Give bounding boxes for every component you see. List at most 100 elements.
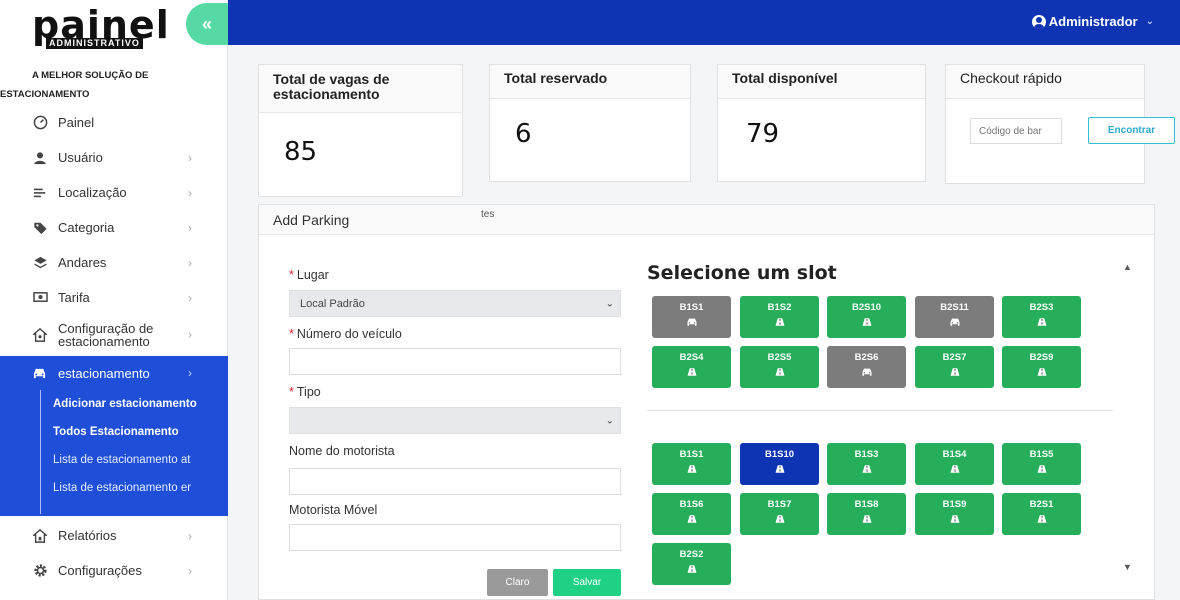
logo-sub: ADMINISTRATIVO: [46, 38, 143, 49]
road-icon: [740, 317, 819, 327]
stat-card-title: Total disponível: [718, 65, 925, 99]
parking-slot-b1s3[interactable]: B1S3: [827, 443, 906, 485]
user-menu[interactable]: Administrador ⌄: [1031, 14, 1154, 29]
stat-card-value: 85: [284, 137, 318, 167]
tagline: A MELHOR SOLUÇÃO DE ESTACIONAMENTO: [0, 66, 180, 104]
parking-slot-b1s9[interactable]: B1S9: [915, 493, 994, 535]
parking-slot-b2s5[interactable]: B2S5: [740, 346, 819, 388]
road-icon: [652, 564, 731, 574]
sidebar-item-label: Relatórios: [58, 528, 117, 543]
place-select-value: Local Padrão: [300, 297, 365, 310]
stat-card-title: Total reservado: [490, 65, 690, 99]
chevron-right-icon: ›: [188, 327, 192, 341]
parking-slot-b2s3[interactable]: B2S3: [1002, 296, 1081, 338]
road-icon: [652, 464, 731, 474]
scroll-up-arrow-icon[interactable]: ▲: [1123, 262, 1132, 272]
slot-scrollbar[interactable]: ▲ ▼: [1120, 262, 1134, 572]
tagline-line2: ESTACIONAMENTO: [0, 89, 90, 100]
sidebar-item-label: Usuário: [58, 150, 103, 165]
sidebar-item-localizacao[interactable]: Localização ›: [0, 175, 228, 210]
sidebar-active-head[interactable]: estacionamento ›: [0, 356, 228, 390]
slot-code: B2S3: [1029, 302, 1054, 313]
parking-slot-b2s9[interactable]: B2S9: [1002, 346, 1081, 388]
submenu-item-lista-encerrado[interactable]: Lista de estacionamento er: [41, 474, 200, 502]
parking-slot-b2s2[interactable]: B2S2: [652, 543, 731, 585]
car-icon: [915, 317, 994, 327]
place-label: * Lugar: [289, 268, 329, 282]
submenu-item-lista-ativo[interactable]: Lista de estacionamento at: [41, 446, 200, 474]
chevron-right-icon: ›: [188, 563, 192, 578]
layers-icon: [32, 255, 48, 271]
road-icon: [1002, 317, 1081, 327]
chevron-right-icon: ›: [188, 290, 192, 305]
car-icon: [652, 317, 731, 327]
slot-code: B1S3: [854, 449, 879, 460]
sidebar-item-tarifa[interactable]: Tarifa ›: [0, 280, 228, 315]
checkout-title: Checkout rápido: [946, 65, 1144, 99]
road-icon: [1002, 514, 1081, 524]
slot-code: B1S4: [942, 449, 967, 460]
barcode-input[interactable]: [970, 118, 1062, 144]
gear-icon: [32, 563, 48, 579]
vehicle-number-input[interactable]: [289, 348, 621, 375]
parking-slot-b1s1[interactable]: B1S1: [652, 296, 731, 338]
sidebar-item-categoria[interactable]: Categoria ›: [0, 210, 228, 245]
road-icon: [1002, 464, 1081, 474]
slot-code: B1S5: [1029, 449, 1054, 460]
sidebar-item-label: Tarifa: [58, 290, 90, 305]
sidebar-collapse-button[interactable]: «: [186, 3, 228, 45]
top-header: Administrador ⌄: [228, 0, 1180, 45]
slot-code: B2S11: [940, 302, 969, 313]
slot-code: B2S9: [1029, 352, 1054, 363]
slot-code: B2S1: [1029, 499, 1054, 510]
sidebar-item-relatorios[interactable]: Relatórios ›: [0, 518, 228, 553]
dashboard-icon: [32, 115, 48, 131]
parking-slot-b2s4[interactable]: B2S4: [652, 346, 731, 388]
road-icon: [652, 367, 731, 377]
parking-slot-b1s4[interactable]: B1S4: [915, 443, 994, 485]
sidebar-item-label: Andares: [58, 255, 107, 270]
parking-slot-b2s11[interactable]: B2S11: [915, 296, 994, 338]
parking-slot-b1s5[interactable]: B1S5: [1002, 443, 1081, 485]
find-button[interactable]: Encontrar: [1088, 117, 1175, 144]
parking-slot-b1s10[interactable]: B1S10: [740, 443, 819, 485]
slot-code: B2S5: [767, 352, 792, 363]
clear-button[interactable]: Claro: [487, 569, 548, 596]
sidebar-item-configuracao-estacionamento[interactable]: Configuração de estacionamento ›: [0, 317, 228, 352]
parking-slot-b1s7[interactable]: B1S7: [740, 493, 819, 535]
driver-mobile-input[interactable]: [289, 524, 621, 551]
home-gear-icon: [32, 327, 48, 343]
sidebar-item-painel[interactable]: Painel: [0, 105, 228, 140]
submenu-item-adicionar[interactable]: Adicionar estacionamento: [41, 390, 200, 418]
sidebar-item-estacionamento: estacionamento › Adicionar estacionament…: [0, 356, 228, 516]
parking-slot-b1s8[interactable]: B1S8: [827, 493, 906, 535]
submenu-item-todos[interactable]: Todos Estacionamento: [41, 418, 200, 446]
sidebar-submenu: Adicionar estacionamento Todos Estaciona…: [40, 390, 200, 514]
parking-slot-b2s6[interactable]: B2S6: [827, 346, 906, 388]
sidebar-item-usuario[interactable]: Usuário ›: [0, 140, 228, 175]
save-button[interactable]: Salvar: [553, 569, 621, 596]
parking-slot-b2s7[interactable]: B2S7: [915, 346, 994, 388]
home-chart-icon: [32, 528, 48, 544]
scroll-down-arrow-icon[interactable]: ▼: [1123, 562, 1132, 572]
parking-slot-b1s6[interactable]: B1S6: [652, 493, 731, 535]
chevron-right-icon: ›: [188, 220, 192, 235]
money-icon: [32, 290, 48, 306]
parking-slot-b1s2[interactable]: B1S2: [740, 296, 819, 338]
sidebar-item-andares[interactable]: Andares ›: [0, 245, 228, 280]
slot-code: B1S10: [764, 449, 795, 460]
parking-slot-b1s1[interactable]: B1S1: [652, 443, 731, 485]
driver-name-input[interactable]: [289, 468, 621, 495]
slot-code: B2S4: [679, 352, 704, 363]
driver-name-label: Nome do motorista: [289, 444, 395, 458]
place-select[interactable]: Local Padrão ⌄: [289, 290, 621, 317]
stat-card-value: 79: [746, 119, 780, 149]
parking-slot-b2s1[interactable]: B2S1: [1002, 493, 1081, 535]
road-icon: [740, 464, 819, 474]
slot-section-title: Selecione um slot: [647, 262, 837, 284]
stat-card-available: Total disponível 79: [717, 64, 926, 182]
road-icon: [652, 514, 731, 524]
parking-slot-b2s10[interactable]: B2S10: [827, 296, 906, 338]
type-select[interactable]: ⌄: [289, 407, 621, 434]
sidebar-item-configuracoes[interactable]: Configurações ›: [0, 553, 228, 588]
